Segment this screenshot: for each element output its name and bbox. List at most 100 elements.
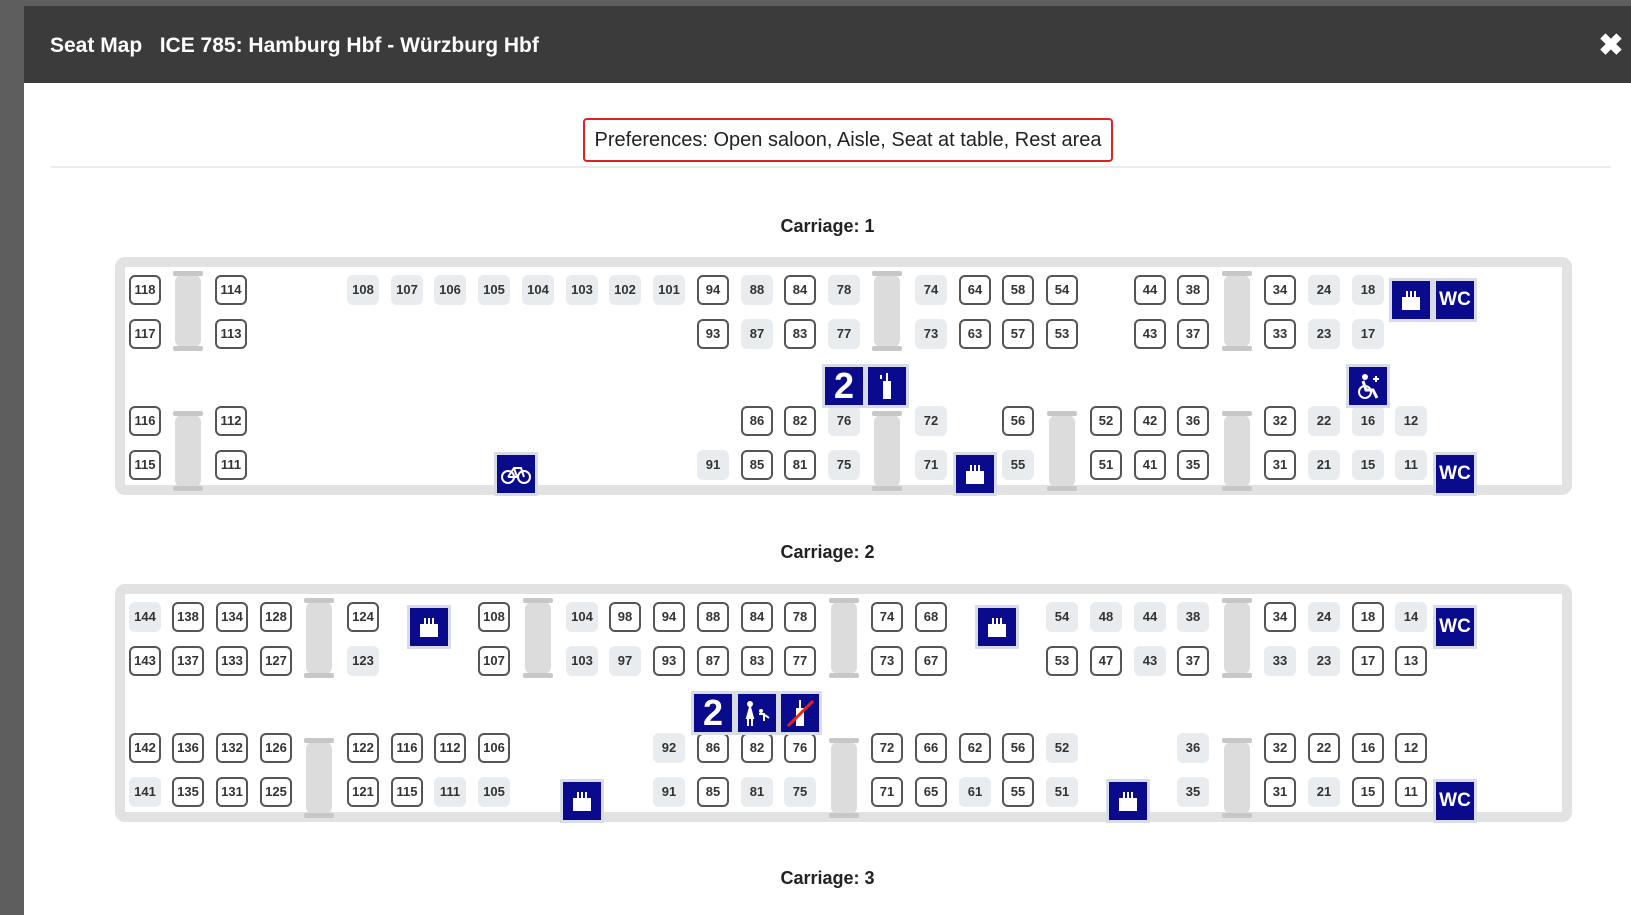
seat[interactable]: 103 — [566, 275, 598, 305]
seat[interactable]: 84 — [784, 275, 816, 305]
seat[interactable]: 22 — [1308, 733, 1340, 763]
seat[interactable]: 82 — [741, 733, 773, 763]
seat[interactable]: 36 — [1177, 733, 1209, 763]
seat[interactable]: 17 — [1352, 646, 1384, 676]
seat[interactable]: 125 — [260, 777, 292, 807]
seat[interactable]: 43 — [1134, 646, 1166, 676]
seat[interactable]: 128 — [260, 602, 292, 632]
seat[interactable]: 111 — [434, 777, 466, 807]
seat[interactable]: 32 — [1264, 406, 1296, 436]
seat[interactable]: 12 — [1395, 733, 1427, 763]
seat[interactable]: 118 — [129, 275, 161, 305]
seat[interactable]: 53 — [1046, 646, 1078, 676]
seat[interactable]: 136 — [172, 733, 204, 763]
seat[interactable]: 142 — [129, 733, 161, 763]
seat[interactable]: 87 — [741, 319, 773, 349]
seat[interactable]: 105 — [478, 275, 510, 305]
seat[interactable]: 93 — [697, 319, 729, 349]
seat[interactable]: 106 — [478, 733, 510, 763]
seat[interactable]: 73 — [871, 646, 903, 676]
seat[interactable]: 21 — [1308, 777, 1340, 807]
seat[interactable]: 56 — [1002, 733, 1034, 763]
seat[interactable]: 116 — [391, 733, 423, 763]
seat[interactable]: 31 — [1264, 450, 1296, 480]
seat[interactable]: 78 — [828, 275, 860, 305]
seat[interactable]: 44 — [1134, 602, 1166, 632]
seat[interactable]: 38 — [1177, 275, 1209, 305]
seat[interactable]: 71 — [915, 450, 947, 480]
seat[interactable]: 78 — [784, 602, 816, 632]
seat[interactable]: 52 — [1046, 733, 1078, 763]
seat[interactable]: 107 — [391, 275, 423, 305]
seat[interactable]: 18 — [1352, 602, 1384, 632]
seat[interactable]: 137 — [172, 646, 204, 676]
seat[interactable]: 14 — [1395, 602, 1427, 632]
seat[interactable]: 32 — [1264, 733, 1296, 763]
seat[interactable]: 108 — [347, 275, 379, 305]
seat[interactable]: 75 — [784, 777, 816, 807]
seat[interactable]: 91 — [697, 450, 729, 480]
seat[interactable]: 76 — [784, 733, 816, 763]
seat[interactable]: 124 — [347, 602, 379, 632]
seat[interactable]: 97 — [609, 646, 641, 676]
seat[interactable]: 104 — [522, 275, 554, 305]
seat[interactable]: 15 — [1352, 450, 1384, 480]
seat[interactable]: 56 — [1002, 406, 1034, 436]
seat[interactable]: 134 — [216, 602, 248, 632]
seat[interactable]: 73 — [915, 319, 947, 349]
seat[interactable]: 43 — [1134, 319, 1166, 349]
seat[interactable]: 71 — [871, 777, 903, 807]
seat[interactable]: 87 — [697, 646, 729, 676]
seat[interactable]: 91 — [653, 777, 685, 807]
seat[interactable]: 98 — [609, 602, 641, 632]
seat[interactable]: 144 — [129, 602, 161, 632]
seat[interactable]: 36 — [1177, 406, 1209, 436]
seat[interactable]: 86 — [697, 733, 729, 763]
seat[interactable]: 112 — [434, 733, 466, 763]
seat[interactable]: 135 — [172, 777, 204, 807]
seat[interactable]: 83 — [784, 319, 816, 349]
seat[interactable]: 33 — [1264, 319, 1296, 349]
seat[interactable]: 61 — [959, 777, 991, 807]
seat[interactable]: 51 — [1046, 777, 1078, 807]
seat[interactable]: 54 — [1046, 275, 1078, 305]
seat[interactable]: 126 — [260, 733, 292, 763]
seat[interactable]: 106 — [434, 275, 466, 305]
seat[interactable]: 138 — [172, 602, 204, 632]
seat[interactable]: 15 — [1352, 777, 1384, 807]
seat[interactable]: 22 — [1308, 406, 1340, 436]
close-icon[interactable]: ✖ — [1591, 29, 1631, 63]
seat[interactable]: 42 — [1134, 406, 1166, 436]
seat[interactable]: 38 — [1177, 602, 1209, 632]
seat[interactable]: 24 — [1308, 275, 1340, 305]
seat[interactable]: 72 — [871, 733, 903, 763]
seat[interactable]: 82 — [784, 406, 816, 436]
seat[interactable]: 11 — [1395, 450, 1427, 480]
seat[interactable]: 131 — [216, 777, 248, 807]
seat[interactable]: 66 — [915, 733, 947, 763]
seat[interactable]: 103 — [566, 646, 598, 676]
seat[interactable]: 54 — [1046, 602, 1078, 632]
seat[interactable]: 77 — [784, 646, 816, 676]
seat[interactable]: 132 — [216, 733, 248, 763]
seat[interactable]: 16 — [1352, 406, 1384, 436]
seat[interactable]: 117 — [129, 319, 161, 349]
seat[interactable]: 112 — [215, 406, 247, 436]
seat[interactable]: 108 — [478, 602, 510, 632]
seat[interactable]: 116 — [129, 406, 161, 436]
seat[interactable]: 34 — [1264, 275, 1296, 305]
seat[interactable]: 85 — [741, 450, 773, 480]
seat[interactable]: 85 — [697, 777, 729, 807]
seat[interactable]: 52 — [1090, 406, 1122, 436]
seat[interactable]: 113 — [215, 319, 247, 349]
seat[interactable]: 55 — [1002, 777, 1034, 807]
seat[interactable]: 92 — [653, 733, 685, 763]
seat[interactable]: 35 — [1177, 777, 1209, 807]
seat[interactable]: 75 — [828, 450, 860, 480]
seat[interactable]: 72 — [915, 406, 947, 436]
seat[interactable]: 67 — [915, 646, 947, 676]
seat[interactable]: 88 — [697, 602, 729, 632]
seat[interactable]: 107 — [478, 646, 510, 676]
seat[interactable]: 31 — [1264, 777, 1296, 807]
seat[interactable]: 93 — [653, 646, 685, 676]
